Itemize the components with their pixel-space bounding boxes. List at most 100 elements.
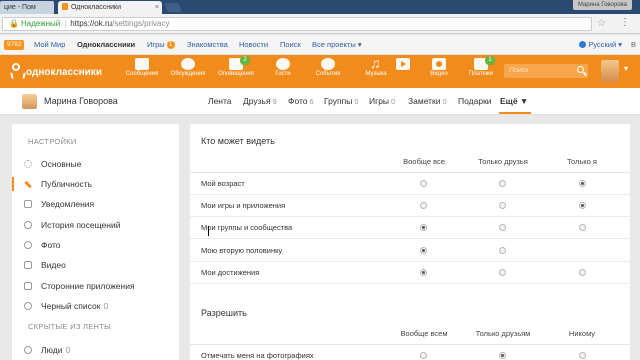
topnav-news[interactable]: Новости bbox=[239, 35, 268, 55]
radio-friends-only[interactable] bbox=[499, 269, 506, 276]
events-icon bbox=[321, 58, 335, 70]
allow-title: Разрешить bbox=[201, 308, 247, 318]
header-nav-payments[interactable]: 1 Платежи bbox=[461, 56, 501, 77]
sidebar-item-notifications[interactable]: Уведомления bbox=[12, 194, 179, 214]
radio-everyone[interactable] bbox=[420, 202, 427, 209]
header-nav-guests[interactable]: Гости bbox=[263, 58, 303, 77]
apps-icon bbox=[24, 282, 32, 290]
privacy-row-label: Отмечать меня на фотографиях bbox=[201, 351, 314, 360]
tab-title: цие - Пом bbox=[4, 4, 36, 11]
radio-only-me[interactable] bbox=[579, 180, 586, 187]
sidebar-item-hidden-people[interactable]: Люди 0 bbox=[12, 340, 179, 360]
header-avatar[interactable] bbox=[601, 60, 619, 82]
radio-friends-only[interactable] bbox=[499, 352, 506, 359]
sidebar-item-publicity[interactable]: Публичность bbox=[12, 174, 179, 194]
radio-everyone[interactable] bbox=[420, 352, 427, 359]
profile-nav-more[interactable]: Ещё ▼ bbox=[500, 96, 528, 106]
header-nav-discussions[interactable]: Обсуждения bbox=[168, 58, 208, 77]
close-tab-icon[interactable]: × bbox=[155, 1, 159, 14]
mail-counter-badge[interactable]: 9782 bbox=[4, 40, 25, 50]
header-nav-notifications[interactable]: 2 Оповещения bbox=[216, 56, 256, 77]
sidebar-item-blacklist[interactable]: Черный список 0 bbox=[12, 296, 179, 316]
profile-nav-friends[interactable]: Друзья 9 bbox=[243, 96, 277, 106]
sidebar-item-visit-history[interactable]: История посещений bbox=[12, 215, 179, 235]
bookmark-star-icon[interactable]: ☆ bbox=[597, 18, 606, 29]
profile-nav-notes[interactable]: Заметки 0 bbox=[408, 96, 447, 106]
logout-link[interactable]: В bbox=[631, 35, 636, 55]
games-count-badge: 1 bbox=[166, 41, 175, 49]
sidebar-item-label: Черный список bbox=[41, 301, 101, 311]
header-nav-label: Платежи bbox=[468, 71, 494, 77]
new-tab-button[interactable] bbox=[164, 3, 182, 12]
play-icon bbox=[396, 58, 410, 70]
language-selector[interactable]: Русский ▾ bbox=[579, 35, 622, 55]
browser-profile-label[interactable]: Марина Говорова bbox=[572, 0, 632, 10]
radio-friends-only[interactable] bbox=[499, 202, 506, 209]
privacy-row-photo-tags: Отмечать меня на фотографиях bbox=[190, 345, 630, 360]
profile-name[interactable]: Марина Говорова bbox=[44, 96, 118, 106]
column-header: Никому bbox=[568, 329, 596, 338]
sidebar-section-title: СКРЫТЫЕ ИЗ ЛЕНТЫ bbox=[28, 322, 112, 331]
profile-nav-games[interactable]: Игры 0 bbox=[369, 96, 395, 106]
radio-only-me[interactable] bbox=[579, 224, 586, 231]
topnav-all-projects[interactable]: Все проекты ▾ bbox=[312, 35, 362, 55]
privacy-settings-panel: Кто может видеть Вообще все Только друзь… bbox=[190, 124, 630, 360]
browser-tab-active[interactable]: Одноклассники × bbox=[58, 1, 162, 14]
radio-only-me[interactable] bbox=[579, 269, 586, 276]
sidebar-item-third-party-apps[interactable]: Сторонние приложения bbox=[12, 276, 179, 296]
browser-tab[interactable]: цие - Пом bbox=[0, 1, 54, 14]
radio-everyone[interactable] bbox=[420, 180, 427, 187]
sidebar-item-label: Уведомления bbox=[41, 199, 95, 209]
lock-icon: 🔒 bbox=[9, 19, 19, 28]
radio-everyone[interactable] bbox=[420, 269, 427, 276]
profile-nav-count: 0 bbox=[442, 97, 447, 106]
browser-menu-icon[interactable]: ⋮ bbox=[620, 17, 630, 28]
url-field[interactable]: 🔒 Надежный | https://ok.ru/settings/privacy bbox=[2, 17, 592, 31]
radio-friends-only[interactable] bbox=[499, 180, 506, 187]
header-search-input[interactable]: Поиск bbox=[504, 64, 588, 78]
profile-nav-groups[interactable]: Группы 0 bbox=[324, 96, 359, 106]
topnav-games[interactable]: Игры 1 bbox=[147, 35, 175, 55]
profile-nav-gifts[interactable]: Подарки bbox=[458, 96, 492, 106]
radio-friends-only[interactable] bbox=[499, 224, 506, 231]
payments-badge: 1 bbox=[485, 56, 495, 65]
active-nav-underline bbox=[499, 112, 531, 114]
topnav-search[interactable]: Поиск bbox=[280, 35, 301, 55]
radio-everyone[interactable] bbox=[420, 247, 427, 254]
column-header: Только друзьям bbox=[475, 329, 531, 338]
profile-nav-label: Заметки bbox=[408, 96, 441, 106]
topnav-dating[interactable]: Знакомства bbox=[187, 35, 228, 55]
sidebar-item-photo[interactable]: Фото bbox=[12, 235, 179, 255]
topnav-my-world[interactable]: Мой Мир bbox=[34, 35, 65, 55]
music-note-icon bbox=[369, 55, 383, 71]
radio-nobody[interactable] bbox=[579, 352, 586, 359]
url-host: https://ok.ru bbox=[70, 19, 113, 28]
privacy-row-games-apps: Мои игры и приложения bbox=[190, 195, 630, 217]
who-can-see-title: Кто может видеть bbox=[201, 136, 275, 146]
chevron-down-icon[interactable]: ▾ bbox=[624, 64, 628, 73]
header-nav-label: Обсуждения bbox=[170, 71, 206, 77]
radio-only-me[interactable] bbox=[579, 202, 586, 209]
profile-nav-feed[interactable]: Лента bbox=[208, 96, 232, 106]
sidebar-item-count: 0 bbox=[65, 345, 71, 355]
ok-logo[interactable]: одноклассники bbox=[10, 63, 102, 81]
search-icon[interactable] bbox=[577, 66, 584, 73]
ok-logo-icon bbox=[10, 63, 22, 79]
privacy-row-partner: Мою вторую половинку bbox=[190, 240, 630, 262]
profile-nav-photos[interactable]: Фото 6 bbox=[288, 96, 314, 106]
text-cursor-icon bbox=[208, 226, 211, 236]
header-nav-video[interactable]: Видео bbox=[419, 58, 459, 77]
topnav-odnoklassniki[interactable]: Одноклассники bbox=[77, 35, 135, 55]
header-nav-events[interactable]: События bbox=[308, 58, 348, 77]
sidebar-item-label: Фото bbox=[41, 240, 61, 250]
radio-everyone[interactable] bbox=[420, 224, 427, 231]
header-nav-messages[interactable]: Сообщения bbox=[122, 58, 162, 77]
radio-friends-only[interactable] bbox=[499, 247, 506, 254]
tab-title: Одноклассники bbox=[71, 4, 122, 11]
sidebar-item-video[interactable]: Видео bbox=[12, 255, 179, 275]
sidebar-item-general[interactable]: Основные bbox=[12, 154, 179, 174]
sidebar-item-label: Видео bbox=[41, 260, 66, 270]
header-nav-play[interactable] bbox=[383, 58, 423, 71]
ok-header: одноклассники Сообщения Обсуждения 2 Опо… bbox=[0, 55, 640, 88]
profile-avatar[interactable] bbox=[22, 94, 37, 109]
